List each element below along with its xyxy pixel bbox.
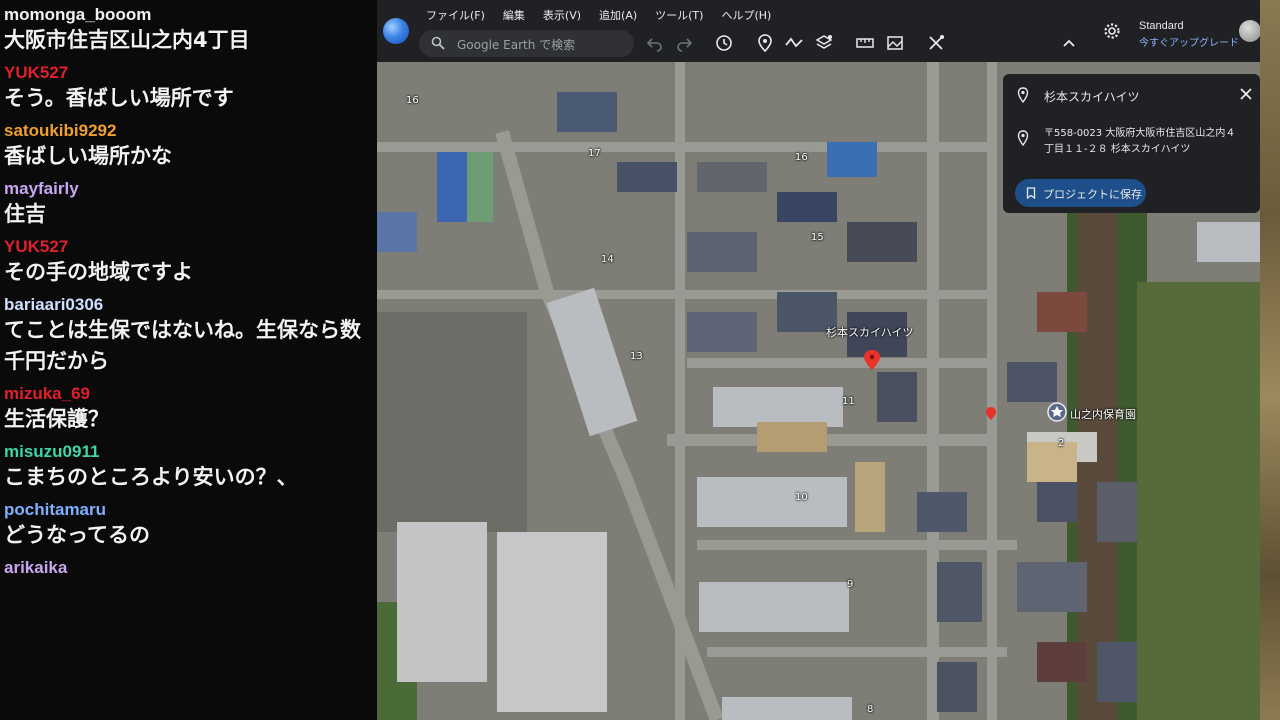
chat-message: momonga_booom 大阪市住吉区山之内4丁目: [0, 5, 377, 56]
menu: ファイル(F) 編集 表示(V) 追加(A) ツール(T) ヘルプ(H): [417, 5, 780, 25]
close-icon[interactable]: [1239, 87, 1253, 101]
chat-username[interactable]: YUK527: [4, 237, 377, 257]
block-number: 16: [406, 95, 419, 106]
chat-username[interactable]: YUK527: [4, 63, 377, 83]
chat-message: mayfairly 住吉: [0, 179, 377, 230]
block-number: 17: [588, 148, 601, 159]
chat-message: YUK527 その手の地域ですよ: [0, 237, 377, 288]
save-to-project-label: プロジェクトに保存: [1043, 188, 1142, 201]
chat-panel: momonga_booom 大阪市住吉区山之内4丁目 YUK527 そう。香ばしい場所…: [0, 0, 377, 720]
ruler-icon[interactable]: [855, 33, 875, 53]
chat-message: arikaika: [0, 558, 377, 578]
menu-view[interactable]: 表示(V): [534, 5, 590, 25]
chat-message: pochitamaru どうなってるの: [0, 500, 377, 551]
chat-text: その手の地域ですよ: [4, 260, 193, 284]
block-number: 11: [842, 396, 855, 407]
save-to-project-button[interactable]: プロジェクトに保存: [1015, 179, 1146, 207]
google-earth-window: ファイル(F) 編集 表示(V) 追加(A) ツール(T) ヘルプ(H) Goo…: [377, 0, 1260, 720]
chat-text: そう。香ばしい場所です: [4, 86, 234, 110]
block-number: 15: [811, 232, 824, 243]
collapse-icon[interactable]: [1059, 33, 1079, 53]
block-number: 8: [867, 704, 874, 715]
block-number: 13: [630, 351, 643, 362]
chat-text: 大阪市住吉区山之内4丁目: [4, 28, 250, 52]
chat-message: YUK527 そう。香ばしい場所です: [0, 63, 377, 114]
place-address: 〒558-0023 大阪府大阪市住吉区山之内４丁目１１-２８ 杉本スカイハイツ: [1044, 128, 1236, 155]
toolbar: Google Earth で検索: [377, 26, 1260, 62]
upgrade-link[interactable]: 今すぐアップグレード: [1139, 34, 1239, 49]
bookmark-icon: [1026, 187, 1036, 199]
chat-message: misuzu0911 こまちのところより安いの？、: [0, 442, 377, 493]
chat-username[interactable]: pochitamaru: [4, 500, 377, 520]
menu-file[interactable]: ファイル(F): [417, 5, 494, 25]
school-icon[interactable]: [1047, 402, 1067, 422]
tools-icon[interactable]: [926, 33, 946, 53]
chat-username[interactable]: misuzu0911: [4, 442, 377, 462]
chat-username[interactable]: bariaari0306: [4, 295, 377, 315]
settings-icon[interactable]: [1103, 22, 1121, 40]
undo-icon[interactable]: [645, 33, 665, 53]
chat-message: satoukibi9292 香ばしい場所かな: [0, 121, 377, 172]
menu-help[interactable]: ヘルプ(H): [712, 5, 780, 25]
placemark-icon[interactable]: [755, 33, 775, 53]
school-label: 山之内保育園: [1070, 408, 1136, 421]
search-placeholder: Google Earth で検索: [457, 38, 576, 52]
chat-text: 生活保護？: [4, 407, 109, 431]
place-title: 杉本スカイハイツ: [1044, 90, 1140, 104]
block-number: 10: [795, 492, 808, 503]
chat-text: 住吉: [4, 202, 46, 226]
menu-edit[interactable]: 編集: [494, 5, 534, 25]
chat-username[interactable]: mizuka_69: [4, 384, 377, 404]
screen: momonga_booom 大阪市住吉区山之内4丁目 YUK527 そう。香ばしい場所…: [0, 0, 1280, 720]
layers-icon[interactable]: [814, 33, 834, 53]
image-overlay-icon[interactable]: [885, 33, 905, 53]
chat-text: 香ばしい場所かな: [4, 144, 172, 168]
chat-message: bariaari0306 てことは生保ではないね。生保なら数千円だから: [0, 295, 377, 377]
path-icon[interactable]: [784, 33, 804, 53]
menu-bar: ファイル(F) 編集 表示(V) 追加(A) ツール(T) ヘルプ(H): [377, 0, 1260, 26]
location-pin-icon: [1017, 87, 1029, 103]
block-number: 2: [1058, 438, 1065, 449]
menu-tools[interactable]: ツール(T): [646, 5, 712, 25]
chat-text: どうなってるの: [4, 523, 150, 547]
address-pin-icon: [1017, 130, 1029, 146]
avatar[interactable]: [1239, 20, 1260, 42]
place-info-card: 杉本スカイハイツ 〒558-0023 大阪府大阪市住吉区山之内４丁目１１-２８ …: [1003, 74, 1260, 213]
chat-text: こまちのところより安いの？、: [4, 465, 298, 489]
search-icon: [431, 36, 445, 50]
history-icon[interactable]: [714, 33, 734, 53]
search-box[interactable]: Google Earth で検索: [419, 30, 634, 57]
pin-label: 杉本スカイハイツ: [826, 326, 914, 339]
background-strip: [1260, 0, 1280, 720]
chat-username[interactable]: mayfairly: [4, 179, 377, 199]
block-number: 16: [795, 152, 808, 163]
plan-name: Standard: [1139, 20, 1184, 32]
google-earth-logo[interactable]: [383, 18, 409, 44]
chat-username[interactable]: momonga_booom: [4, 5, 377, 25]
chat-username[interactable]: satoukibi9292: [4, 121, 377, 141]
chat-text: てことは生保ではないね。生保なら数千円だから: [4, 318, 361, 373]
chat-message: mizuka_69 生活保護？: [0, 384, 377, 435]
block-number: 9: [847, 579, 854, 590]
block-number: 14: [601, 254, 614, 265]
menu-add[interactable]: 追加(A): [590, 5, 646, 25]
redo-icon[interactable]: [674, 33, 694, 53]
chat-username[interactable]: arikaika: [4, 558, 377, 578]
